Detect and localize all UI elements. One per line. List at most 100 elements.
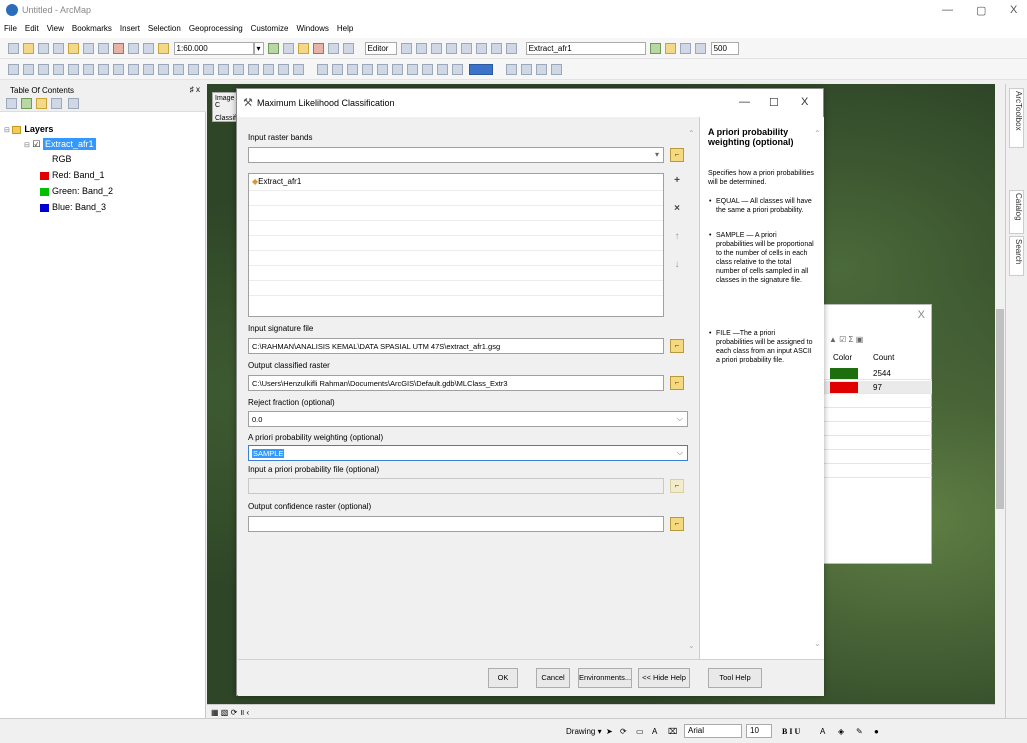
list-by-drawing-order-icon[interactable]	[6, 98, 17, 109]
input-raster-dropdown[interactable]: ▾	[248, 147, 664, 163]
identify-icon[interactable]	[173, 64, 184, 75]
save-icon[interactable]	[38, 43, 49, 54]
dropdown-arrow-icon[interactable]: ⌵	[677, 448, 683, 458]
help-scroll-up-icon[interactable]: ⌃	[814, 129, 821, 138]
tool-help-button[interactable]: Tool Help	[708, 668, 762, 688]
raster-bands-list[interactable]: ◆Extract_afr1	[248, 173, 664, 317]
options-icon[interactable]	[68, 98, 79, 109]
signature-file-input[interactable]: C:\RAHMAN\ANALISIS KEMAL\DATA SPASIAL UT…	[248, 338, 664, 354]
training-sample-icon[interactable]	[331, 64, 343, 75]
editor-toolbar-icon[interactable]	[268, 43, 280, 54]
full-extent-icon[interactable]	[53, 64, 64, 75]
rotate-element-icon[interactable]: ⟳	[620, 727, 627, 736]
rotate-icon[interactable]	[461, 43, 473, 54]
layer-select-dropdown[interactable]: Extract_afr1	[525, 42, 646, 55]
draw-polygon-icon[interactable]	[406, 64, 418, 75]
marker-color-icon[interactable]: ●	[874, 727, 879, 736]
back-icon[interactable]	[98, 64, 109, 75]
statistics-icon[interactable]	[391, 64, 403, 75]
draw-circle-icon[interactable]	[436, 64, 448, 75]
arctoolbox-tab[interactable]: ArcToolbox	[1009, 88, 1024, 148]
collapse-icon[interactable]: ⊟	[4, 127, 10, 134]
table-toolbar-icons[interactable]: ▲ ☑ Σ ▣	[829, 335, 863, 344]
move-down-icon[interactable]: ↓	[670, 259, 684, 275]
menu-view[interactable]: View	[43, 22, 68, 35]
contrast-icon[interactable]	[650, 43, 662, 54]
image-classification-icon[interactable]	[316, 64, 328, 75]
output-raster-input[interactable]: C:\Users\Henzulkifli Rahman\Documents\Ar…	[248, 375, 664, 391]
menu-file[interactable]: File	[0, 22, 21, 35]
grow-region-icon[interactable]	[451, 64, 463, 75]
ok-button[interactable]: OK	[488, 668, 518, 688]
route-icon[interactable]	[248, 64, 259, 75]
trace-icon[interactable]	[431, 43, 443, 54]
menu-windows[interactable]: Windows	[292, 22, 332, 35]
list-by-visibility-icon[interactable]	[36, 98, 47, 109]
list-item[interactable]: ◆Extract_afr1	[252, 177, 301, 186]
environments-button[interactable]: Environments...	[578, 668, 632, 688]
browse-folder-icon[interactable]: ⌐	[670, 148, 684, 162]
arctoolbox-icon[interactable]	[328, 43, 340, 54]
measure-icon[interactable]	[218, 64, 229, 75]
catalog-tab[interactable]: Catalog	[1009, 190, 1024, 234]
forward-icon[interactable]	[113, 64, 124, 75]
transparency-icon[interactable]	[680, 43, 692, 54]
drawing-menu[interactable]: Drawing ▾	[566, 727, 602, 736]
brightness-icon[interactable]	[665, 43, 677, 54]
add-icon[interactable]: +	[670, 175, 684, 191]
georef-icon[interactable]	[505, 64, 517, 75]
table-row[interactable]: 97	[823, 381, 932, 394]
dialog-close-button[interactable]: X	[801, 96, 808, 108]
zoom-input[interactable]: 500	[710, 42, 739, 55]
pause-icon[interactable]	[550, 64, 562, 75]
confidence-raster-input[interactable]	[248, 516, 664, 532]
search-window-icon[interactable]	[313, 43, 325, 54]
swipe-icon[interactable]	[695, 43, 707, 54]
move-up-icon[interactable]: ↑	[670, 231, 684, 247]
color-swatch-icon[interactable]	[469, 64, 494, 75]
help-scroll-down-icon[interactable]: ⌄	[814, 639, 821, 648]
menu-bookmarks[interactable]: Bookmarks	[68, 22, 116, 35]
zoom-in-icon[interactable]	[8, 64, 19, 75]
attributes-icon[interactable]	[476, 43, 488, 54]
font-color-icon[interactable]: A	[820, 727, 825, 736]
menu-customize[interactable]: Customize	[247, 22, 293, 35]
scroll-up-icon[interactable]: ⌃	[688, 129, 695, 138]
refresh-icon[interactable]	[535, 64, 547, 75]
copy-icon[interactable]	[83, 43, 94, 54]
remove-icon[interactable]: ×	[670, 203, 684, 219]
menu-edit[interactable]: Edit	[21, 22, 43, 35]
redo-icon[interactable]	[143, 43, 154, 54]
delete-icon[interactable]	[113, 43, 124, 54]
dialog-maximize-button[interactable]: ☐	[769, 96, 779, 109]
create-features-icon[interactable]	[506, 43, 518, 54]
font-select[interactable]: Arial	[684, 724, 742, 738]
menu-selection[interactable]: Selection	[144, 22, 185, 35]
cut-icon[interactable]	[68, 43, 79, 54]
open-icon[interactable]	[23, 43, 34, 54]
edit-tool-icon[interactable]	[401, 43, 413, 54]
map-vertical-scrollbar[interactable]	[995, 84, 1005, 704]
maximize-button[interactable]: ▢	[976, 4, 986, 17]
image-class-tab[interactable]: Image C	[215, 95, 235, 109]
line-color-icon[interactable]: ✎	[856, 727, 863, 736]
text-style-buttons[interactable]: B I U	[782, 727, 800, 736]
list-by-selection-icon[interactable]	[51, 98, 62, 109]
dropdown-arrow-icon[interactable]: ⌵	[677, 414, 683, 424]
go-to-xy-icon[interactable]	[263, 64, 274, 75]
html-popup-icon[interactable]	[203, 64, 214, 75]
pan-icon[interactable]	[38, 64, 49, 75]
minimize-button[interactable]: —	[942, 4, 953, 16]
checkbox-checked-icon[interactable]: ☑	[32, 139, 40, 149]
menu-insert[interactable]: Insert	[116, 22, 144, 35]
paste-icon[interactable]	[98, 43, 109, 54]
dialog-minimize-button[interactable]: —	[739, 96, 750, 108]
print-icon[interactable]	[53, 43, 64, 54]
layer-item[interactable]: ⊟ ☑ Extract_afr1	[24, 138, 96, 150]
browse-folder-icon[interactable]: ⌐	[670, 517, 684, 531]
sketch-properties-icon[interactable]	[491, 43, 503, 54]
new-text-icon[interactable]: ⌧	[668, 727, 677, 736]
histogram-icon[interactable]	[376, 64, 388, 75]
table-row[interactable]: 2544	[823, 367, 932, 380]
scroll-thumb[interactable]	[996, 309, 1004, 509]
